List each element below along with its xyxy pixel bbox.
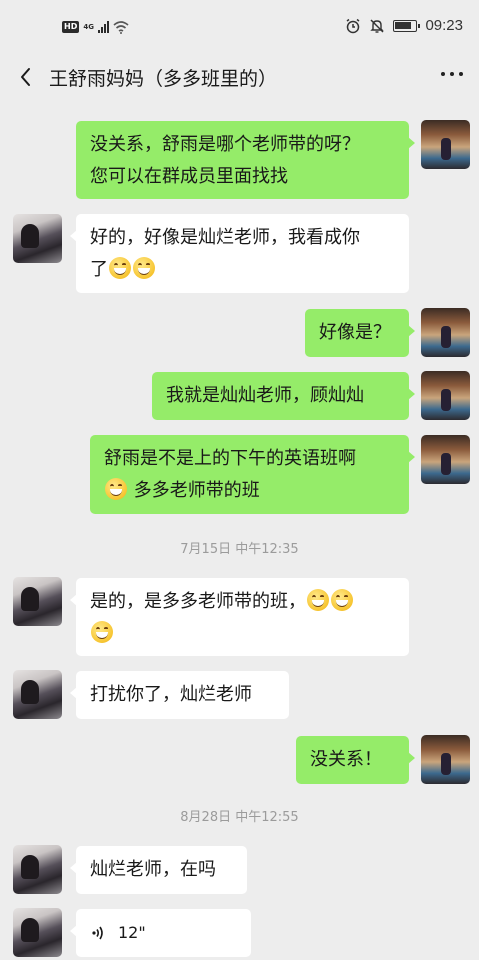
hd-badge: HD <box>62 21 80 33</box>
mute-icon <box>370 18 385 33</box>
network-type: 4G <box>83 22 94 31</box>
message-line: 我就是灿灿老师，顾灿灿 <box>166 385 364 406</box>
timestamp: 8月28日 中午12:55 <box>180 810 299 825</box>
voice-duration: 12" <box>118 923 146 942</box>
message-line: 了 <box>90 259 108 280</box>
grin-emoji-icon <box>109 257 131 279</box>
avatar-self[interactable] <box>421 371 470 420</box>
avatar-contact[interactable] <box>13 214 62 263</box>
message-line-with-emoji <box>90 618 395 650</box>
chat-title: 王舒雨妈妈（多多班里的） <box>49 68 278 90</box>
battery-icon <box>393 19 421 32</box>
voice-wave-icon <box>92 926 103 940</box>
status-left: HD 4G <box>62 20 129 34</box>
avatar-contact[interactable] <box>13 908 62 957</box>
message-bubble-received[interactable]: 是的，是多多老师带的班， <box>70 578 409 656</box>
message-line: 您可以在群成员里面找找 <box>90 166 288 187</box>
avatar-self[interactable] <box>421 435 470 484</box>
avatar-self[interactable] <box>421 120 470 169</box>
message-line: 打扰你了，灿烂老师 <box>90 684 252 705</box>
message-line: 没关系！ <box>310 749 382 770</box>
message-bubble-sent[interactable]: 我就是灿灿老师，顾灿灿 <box>152 372 415 420</box>
avatar-self[interactable] <box>421 735 470 784</box>
message-bubble-sent[interactable]: 没关系！ <box>296 736 415 784</box>
avatar-self[interactable] <box>421 308 470 357</box>
voice-message-content: 12" <box>90 917 237 949</box>
message-line-with-emoji: 了 <box>90 254 395 286</box>
grin-emoji-icon <box>91 621 113 643</box>
status-right: 09:23 <box>345 17 463 34</box>
grin-emoji-icon <box>307 589 329 611</box>
chevron-left-icon[interactable] <box>12 62 42 92</box>
status-time: 09:23 <box>425 17 463 34</box>
timestamp: 7月15日 中午12:35 <box>180 542 299 557</box>
message-line: 舒雨是不是上的下午的英语班啊 <box>104 448 356 469</box>
grin-emoji-icon <box>105 478 127 500</box>
voice-message-bubble[interactable]: 12" <box>70 909 251 957</box>
message-line: 多多老师带的班 <box>133 480 260 501</box>
message-bubble-sent[interactable]: 好像是？ <box>305 309 415 357</box>
message-line: 没关系，舒雨是哪个老师带的呀？ <box>90 134 360 155</box>
chat-header: 王舒雨妈妈（多多班里的） <box>0 58 479 98</box>
message-bubble-sent[interactable]: 舒雨是不是上的下午的英语班啊 多多老师带的班 <box>90 435 415 514</box>
wifi-icon <box>113 21 129 34</box>
message-line: 是的，是多多老师带的班， <box>90 591 306 612</box>
avatar-contact[interactable] <box>13 670 62 719</box>
message-line: 好的，好像是灿烂老师，我看成你 <box>90 227 360 248</box>
message-bubble-received[interactable]: 打扰你了，灿烂老师 <box>70 671 289 719</box>
grin-emoji-icon <box>331 589 353 611</box>
message-bubble-received[interactable]: 好的，好像是灿烂老师，我看成你 了 <box>70 214 409 293</box>
message-line: 好像是？ <box>319 322 391 343</box>
message-bubble-received[interactable]: 灿烂老师，在吗 <box>70 846 247 894</box>
ellipsis-icon[interactable] <box>441 72 463 76</box>
message-line-with-emoji: 是的，是多多老师带的班， <box>90 586 395 618</box>
avatar-contact[interactable] <box>13 845 62 894</box>
signal-icon <box>97 21 109 33</box>
grin-emoji-icon <box>133 257 155 279</box>
message-line: 灿烂老师，在吗 <box>90 859 216 880</box>
message-line-with-emoji: 多多老师带的班 <box>104 475 395 507</box>
avatar-contact[interactable] <box>13 577 62 626</box>
message-bubble-sent[interactable]: 没关系，舒雨是哪个老师带的呀？ 您可以在群成员里面找找 <box>76 121 415 199</box>
status-bar: HD 4G 09:23 <box>0 0 479 58</box>
alarm-icon <box>347 18 360 33</box>
